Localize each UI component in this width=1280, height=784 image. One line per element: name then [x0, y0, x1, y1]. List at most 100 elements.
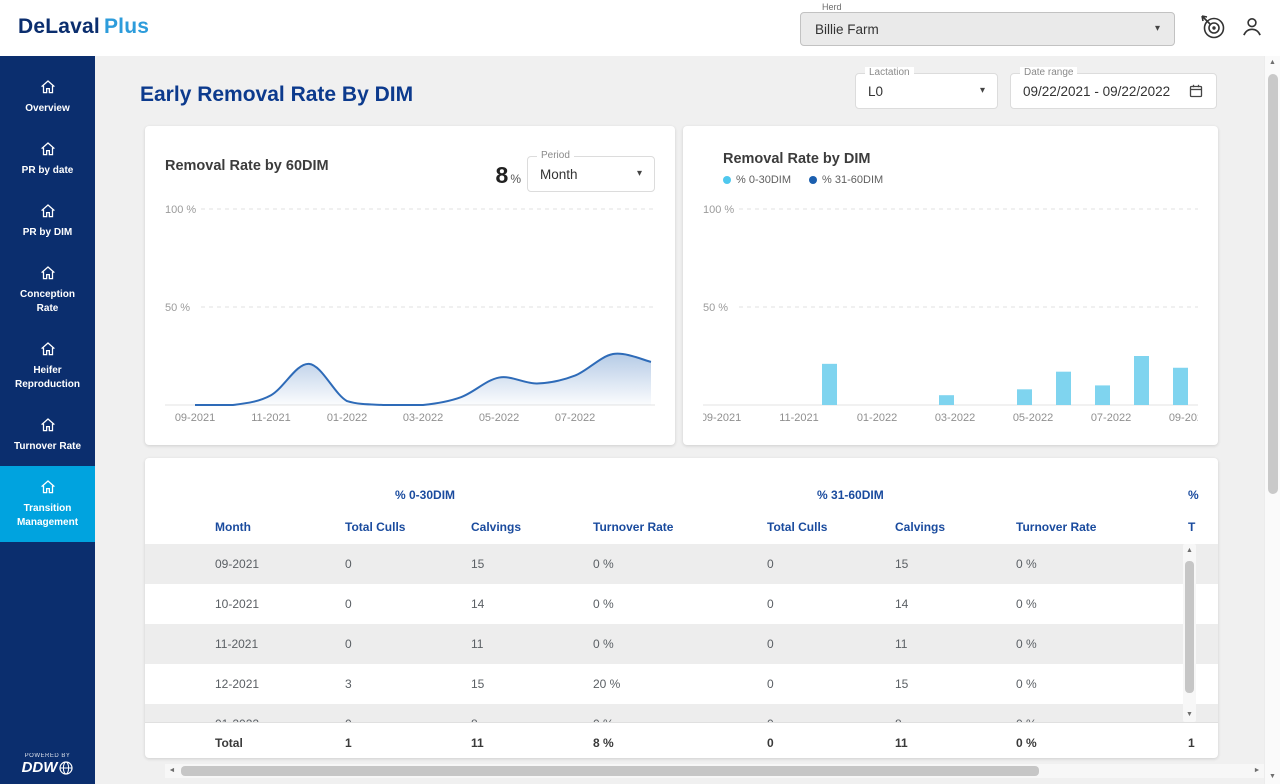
removal-rate-value: 8% [475, 162, 521, 189]
logo-primary: DeLaval [18, 15, 100, 38]
table-cell: 0 % [1016, 584, 1188, 624]
removal-rate-60dim-card: Removal Rate by 60DIM 8% Period Month ▾ … [145, 126, 675, 445]
sidebar-item-transition-management[interactable]: Transition Management [0, 466, 95, 542]
logo-secondary: Plus [104, 15, 149, 38]
table-cell: 09-2021 [145, 544, 345, 584]
scroll-left-arrow[interactable]: ◄ [165, 764, 179, 778]
table-scroll-thumb[interactable] [1185, 561, 1194, 693]
sidebar-item-pr-by-date[interactable]: PR by date [0, 128, 95, 190]
table-cell: 3 [345, 664, 471, 704]
horizontal-scroll-thumb[interactable] [181, 766, 1039, 776]
date-range-input[interactable]: Date range 09/22/2021 - 09/22/2022 [1010, 73, 1217, 109]
table-vertical-scrollbar[interactable]: ▲ ▼ [1183, 544, 1196, 722]
herd-select[interactable]: Billie Farm ▾ [800, 12, 1175, 46]
sidebar-item-label: Turnover Rate [14, 440, 81, 454]
svg-text:03-2022: 03-2022 [403, 412, 443, 424]
calendar-icon [1188, 83, 1204, 99]
chevron-down-icon: ▾ [980, 86, 985, 96]
svg-text:100 %: 100 % [165, 204, 196, 216]
svg-text:05-2022: 05-2022 [479, 412, 519, 424]
sidebar-item-conception-rate[interactable]: Conception Rate [0, 252, 95, 328]
line-chart-svg: 100 %50 %09-202111-202101-202203-202205-… [165, 188, 655, 428]
table-cell: 15 [895, 544, 1016, 584]
table-head-wrap: % 0-30DIM% 31-60DIM% MonthTotal CullsCal… [145, 480, 1218, 544]
page-vertical-scrollbar[interactable]: ▲ ▼ [1264, 56, 1280, 784]
sidebar-item-turnover-rate[interactable]: Turnover Rate [0, 404, 95, 466]
target-icon [1200, 14, 1227, 41]
bar-legend: % 0-30DIM% 31-60DIM [723, 174, 883, 186]
ddw-logo: POWERED BY DDW [0, 753, 95, 776]
table-row: 01-2022080 %080 % [145, 704, 1218, 722]
table-total-cell: 11 [895, 723, 1016, 758]
table-header-row: MonthTotal CullsCalvingsTurnover RateTot… [145, 510, 1218, 544]
scroll-right-arrow[interactable]: ► [1250, 764, 1264, 778]
sidebar-item-overview[interactable]: Overview [0, 66, 95, 128]
table-cell: 0 [767, 584, 895, 624]
sidebar-nav: OverviewPR by datePR by DIM Conception Ra… [0, 56, 95, 542]
sidebar-item-label: Transition Management [11, 502, 85, 530]
table-cell: 0 % [593, 544, 767, 584]
scroll-up-arrow[interactable]: ▲ [1183, 544, 1196, 558]
lactation-label: Lactation [865, 67, 914, 78]
period-label: Period [537, 150, 574, 161]
scroll-down-arrow[interactable]: ▼ [1183, 708, 1196, 722]
table-total-cell: 8 % [593, 723, 767, 758]
home-icon [39, 340, 57, 358]
lactation-select[interactable]: Lactation L0 ▾ [855, 73, 998, 109]
table-cell: 0 % [1016, 704, 1188, 722]
lactation-value: L0 [868, 84, 883, 99]
table-cell: 14 [471, 584, 593, 624]
table-cell: 0 % [1016, 544, 1188, 584]
table-cell: 0 [345, 544, 471, 584]
table-cell: 0 [767, 544, 895, 584]
legend-dot-icon [809, 176, 817, 184]
table-cell: 14 [895, 584, 1016, 624]
table-cell: 15 [471, 544, 593, 584]
removal-rate-by-dim-card: Removal Rate by DIM % 0-30DIM% 31-60DIM … [683, 126, 1218, 445]
page-scroll-down-arrow[interactable]: ▼ [1265, 770, 1280, 784]
table-cell: 0 [767, 704, 895, 722]
sidebar-item-label: Conception Rate [11, 288, 85, 316]
account-icon-button[interactable] [1238, 14, 1266, 42]
home-icon [39, 202, 57, 220]
removal-table-card: % 0-30DIM% 31-60DIM% MonthTotal CullsCal… [145, 458, 1218, 758]
delaval-plus-logo: DeLavalPlus [18, 15, 149, 39]
big-value-unit: % [510, 172, 521, 186]
sidebar: OverviewPR by datePR by DIM Conception Ra… [0, 56, 95, 784]
table-column-header: Turnover Rate [1016, 510, 1188, 544]
table-column-header: Total Culls [767, 510, 895, 544]
page-scroll-thumb[interactable] [1268, 74, 1278, 494]
sidebar-item-pr-by-dim[interactable]: PR by DIM [0, 190, 95, 252]
home-icon [39, 78, 57, 96]
table-cell: 11 [895, 624, 1016, 664]
goals-icon-button[interactable] [1199, 14, 1227, 42]
table-column-header: Turnover Rate [593, 510, 767, 544]
powered-by-text: POWERED BY [0, 753, 95, 759]
table-cell: 20 % [593, 664, 767, 704]
topbar: DeLavalPlus Herd Billie Farm ▾ [0, 0, 1280, 56]
bar-chart-title: Removal Rate by DIM [723, 151, 870, 167]
table-total-wrap: Total1118 %0110 %1 [145, 722, 1218, 758]
table-column-header: Month [145, 510, 345, 544]
horizontal-scrollbar[interactable]: ◄ ► [165, 764, 1264, 778]
page-scroll-up-arrow[interactable]: ▲ [1265, 56, 1280, 70]
table-row: 12-202131520 %0150 % [145, 664, 1218, 704]
period-select[interactable]: Period Month ▾ [527, 156, 655, 192]
table-cell: 0 [345, 584, 471, 624]
user-icon [1239, 14, 1265, 40]
table-group-row: % 0-30DIM% 31-60DIM% [145, 480, 1218, 510]
svg-text:03-2022: 03-2022 [935, 412, 975, 424]
table-group-header: % [1188, 480, 1218, 510]
home-icon [39, 478, 57, 496]
table-group-header: % 0-30DIM [345, 480, 767, 510]
svg-text:09-2021: 09-2021 [703, 412, 741, 424]
home-icon [39, 140, 57, 158]
table-cell: 0 [345, 624, 471, 664]
svg-text:01-2022: 01-2022 [857, 412, 897, 424]
table-cell: 8 [895, 704, 1016, 722]
main-content: Early Removal Rate By DIM Lactation L0 ▾… [95, 56, 1264, 784]
sidebar-item-heifer-reproduction[interactable]: Heifer Reproduction [0, 328, 95, 404]
table-cell: 0 % [1016, 624, 1188, 664]
table-row: 09-20210150 %0150 % [145, 544, 1218, 584]
table-cell: 0 [345, 704, 471, 722]
